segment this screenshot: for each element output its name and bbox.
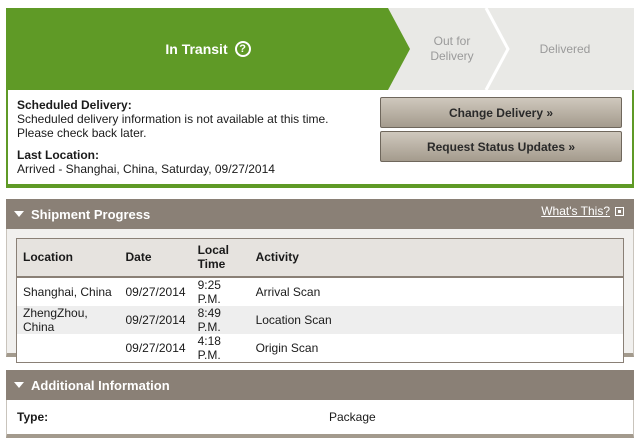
cell-activity: Origin Scan (255, 340, 319, 355)
stage-out-for-delivery: Out for Delivery (406, 8, 498, 90)
column-location: Location (16, 238, 120, 278)
collapse-triangle-icon (14, 211, 24, 217)
cell-date: 09/27/2014 (119, 305, 192, 334)
cell-date: 09/27/2014 (125, 340, 186, 355)
column-local-time: Local Time (191, 238, 250, 278)
additional-information-title: Additional Information (31, 377, 170, 393)
delivery-info: Scheduled Delivery: Scheduled delivery i… (17, 98, 367, 176)
cell-date: 09/27/2014 (125, 284, 186, 299)
shipment-status-tracker: In Transit ? Out for Delivery Delivered (6, 8, 634, 90)
scheduled-delivery-label: Scheduled Delivery: (17, 98, 132, 112)
table-row: 09/27/2014 4:18 P.M. Origin Scan (17, 334, 624, 363)
cell-location: ZhengZhou, China (16, 305, 120, 334)
cell-activity: Location Scan (249, 305, 624, 334)
stage-out-for-delivery-label: Out for Delivery (430, 34, 474, 63)
table-row: Shanghai, China 09/27/2014 9:25 P.M. Arr… (17, 277, 624, 306)
type-label: Type: (17, 410, 49, 424)
table-row: ZhengZhou, China 09/27/2014 8:49 P.M. Lo… (16, 305, 624, 334)
column-date: Date (119, 238, 192, 278)
additional-information-body: Type: Package (6, 400, 634, 438)
stage-delivered: Delivered (510, 8, 620, 90)
cell-time: 8:49 P.M. (191, 305, 250, 334)
stage-in-transit-label: In Transit (165, 41, 228, 57)
scheduled-delivery-text: Scheduled delivery information is not av… (17, 112, 329, 140)
shipment-progress-title: Shipment Progress (31, 206, 151, 222)
change-delivery-button[interactable]: Change Delivery » (380, 97, 622, 128)
cell-activity: Arrival Scan (255, 284, 321, 299)
stage-in-transit: In Transit ? (6, 8, 410, 90)
whats-this-link[interactable]: What's This? (541, 204, 624, 218)
shipment-progress-header[interactable]: Shipment Progress What's This? (6, 199, 634, 229)
cell-time: 4:18 P.M. (197, 333, 221, 362)
additional-information-header[interactable]: Additional Information (6, 370, 634, 400)
external-link-icon (615, 206, 624, 216)
delivery-summary: Scheduled Delivery: Scheduled delivery i… (6, 90, 634, 188)
table-header-row: Location Date Local Time Activity (16, 238, 624, 278)
stage-delivered-label: Delivered (539, 41, 591, 56)
cell-location: Shanghai, China (23, 284, 112, 299)
cell-location (17, 334, 120, 363)
request-status-updates-button[interactable]: Request Status Updates » (380, 131, 622, 162)
shipment-progress-table: Location Date Local Time Activity Shangh… (16, 238, 624, 363)
cell-time: 9:25 P.M. (197, 277, 221, 306)
column-local-time-label: Local Time (197, 243, 229, 272)
type-value: Package (329, 410, 376, 424)
shipment-progress-body: Location Date Local Time Activity Shangh… (6, 229, 634, 363)
collapse-triangle-icon (14, 382, 24, 388)
help-icon[interactable]: ? (234, 41, 251, 57)
last-location-label: Last Location: (17, 148, 100, 162)
whats-this-label: What's This? (541, 204, 610, 218)
last-location-text: Arrived - Shanghai, China, Saturday, 09/… (17, 162, 275, 176)
column-activity: Activity (249, 238, 624, 278)
